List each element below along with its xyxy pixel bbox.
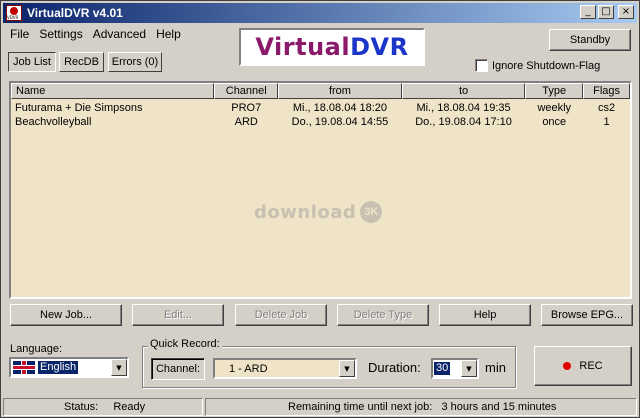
cell-flags: 1	[603, 116, 610, 128]
dropdown-arrow-icon[interactable]: ▼	[111, 359, 127, 376]
edit-button[interactable]: Edit...	[132, 304, 224, 326]
menu-file[interactable]: File	[5, 25, 34, 43]
language-select[interactable]: English ▼	[9, 357, 129, 378]
cell-name: Beachvolleyball	[15, 116, 92, 128]
menu-advanced[interactable]: Advanced	[88, 25, 151, 43]
minimize-button[interactable]: _	[580, 5, 596, 19]
language-value: English	[38, 361, 79, 374]
new-job-button[interactable]: New Job...	[10, 304, 122, 326]
maximize-button[interactable]: □	[598, 5, 614, 19]
cell-to: Do., 19.08.04 17:10	[415, 116, 512, 128]
title-bar[interactable]: VirtualDVR v4.01 _ □ ×	[3, 3, 637, 23]
column-header-flags[interactable]: Flags	[583, 83, 630, 99]
new-job-label: New Job...	[40, 309, 92, 321]
language-label: Language:	[10, 343, 62, 355]
window-title: VirtualDVR v4.01	[27, 6, 123, 20]
app-icon[interactable]	[6, 5, 22, 21]
record-button[interactable]: REC	[534, 346, 632, 386]
status-label: Status:	[64, 401, 99, 413]
help-button[interactable]: Help	[439, 304, 531, 326]
job-list[interactable]: Name Channel from to Type Flags Futurama…	[9, 81, 632, 299]
dropdown-arrow-icon[interactable]: ▼	[339, 360, 355, 377]
job-rows: Futurama + Die Simpsons PRO7 Mi., 18.08.…	[11, 101, 630, 129]
table-row[interactable]: Futurama + Die Simpsons PRO7 Mi., 18.08.…	[11, 101, 630, 115]
browse-epg-label: Browse EPG...	[550, 309, 624, 321]
status-panel: Status: Ready	[3, 398, 203, 416]
remaining-time-panel: Remaining time until next job: 3 hours a…	[205, 398, 637, 416]
menu-bar: File Settings Advanced Help	[5, 25, 186, 43]
delete-type-label: Delete Type	[353, 309, 413, 321]
logo-text-dvr: DVR	[350, 33, 409, 61]
table-row[interactable]: Beachvolleyball ARD Do., 19.08.04 14:55 …	[11, 115, 630, 129]
ignore-shutdown-option[interactable]: Ignore Shutdown-Flag	[475, 59, 600, 72]
cell-flags: cs2	[598, 102, 616, 114]
main-window: VirtualDVR v4.01 _ □ × File Settings Adv…	[0, 0, 640, 418]
status-bar: Status: Ready Remaining time until next …	[3, 398, 637, 416]
cell-to: Mi., 18.08.04 19:35	[416, 102, 511, 114]
column-header-to[interactable]: to	[401, 83, 526, 99]
tab-errors[interactable]: Errors (0)	[108, 52, 162, 72]
record-dot-icon	[563, 362, 572, 370]
column-header-type[interactable]: Type	[525, 83, 584, 99]
cell-from: Do., 19.08.04 14:55	[291, 116, 389, 128]
status-value: Ready	[113, 401, 146, 413]
quick-record-title: Quick Record:	[148, 338, 222, 350]
window-controls: _ □ ×	[580, 5, 634, 19]
menu-settings[interactable]: Settings	[34, 25, 87, 43]
flag-uk-icon	[13, 361, 35, 374]
delete-job-label: Delete Job	[254, 309, 308, 321]
cell-channel: ARD	[234, 116, 258, 128]
column-header-name[interactable]: Name	[11, 83, 215, 99]
cell-from: Mi., 18.08.04 18:20	[292, 102, 388, 114]
download-watermark: download 3K	[254, 201, 383, 223]
tab-job-list[interactable]: Job List	[8, 52, 56, 72]
duration-value: 30	[434, 362, 451, 375]
duration-label: Duration:	[368, 360, 421, 375]
remaining-time-text: Remaining time until next job: 3 hours a…	[288, 401, 557, 413]
help-label: Help	[473, 309, 497, 321]
dropdown-arrow-icon[interactable]: ▼	[461, 360, 477, 377]
ignore-shutdown-checkbox[interactable]	[475, 59, 488, 72]
record-label: REC	[579, 360, 603, 372]
watermark-badge: 3K	[360, 201, 383, 223]
menu-help[interactable]: Help	[151, 25, 186, 43]
virtualdvr-logo: Virtual DVR	[239, 28, 425, 66]
job-list-header: Name Channel from to Type Flags	[11, 83, 630, 99]
delete-job-button[interactable]: Delete Job	[235, 304, 327, 326]
standby-button[interactable]: Standby	[549, 29, 631, 51]
ignore-shutdown-label: Ignore Shutdown-Flag	[492, 59, 601, 72]
logo-text-virtual: Virtual	[255, 33, 351, 61]
close-button[interactable]: ×	[618, 5, 634, 19]
channel-value: 1 - ARD	[229, 362, 268, 375]
delete-type-button[interactable]: Delete Type	[337, 304, 429, 326]
duration-select[interactable]: 30 ▼	[431, 358, 479, 379]
watermark-text: download	[254, 201, 357, 223]
cell-name: Futurama + Die Simpsons	[15, 102, 143, 114]
edit-label: Edit...	[163, 309, 193, 321]
cell-type: once	[542, 116, 567, 128]
browse-epg-button[interactable]: Browse EPG...	[541, 304, 633, 326]
column-header-from[interactable]: from	[278, 83, 402, 99]
cell-type: weekly	[537, 102, 572, 114]
channel-button[interactable]: Channel:	[151, 358, 205, 380]
duration-unit-label: min	[485, 360, 506, 375]
channel-button-label: Channel:	[155, 363, 201, 375]
standby-label: Standby	[569, 34, 611, 46]
tab-recdb[interactable]: RecDB	[59, 52, 104, 72]
column-header-channel[interactable]: Channel	[214, 83, 279, 99]
channel-select[interactable]: 1 - ARD ▼	[213, 358, 357, 379]
cell-channel: PRO7	[231, 102, 262, 114]
